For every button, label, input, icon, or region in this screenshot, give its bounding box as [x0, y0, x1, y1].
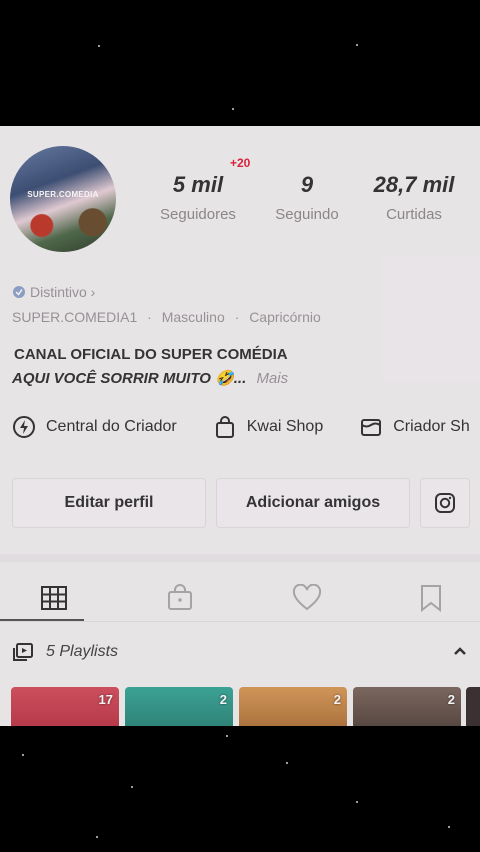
- locked-bag-icon: [168, 584, 192, 610]
- likes-count: 28,7 mil: [373, 172, 455, 197]
- playlist-thumb[interactable]: [466, 687, 480, 726]
- followers-label: Seguidores: [160, 206, 236, 223]
- tab-private[interactable]: [150, 578, 210, 618]
- bookmark-icon: [421, 585, 441, 612]
- tab-baseline: [0, 621, 480, 622]
- playlist-count: 2: [219, 692, 227, 707]
- collapse-button[interactable]: [452, 644, 468, 662]
- gender: Masculino: [161, 309, 225, 325]
- edit-profile-button[interactable]: Editar perfil: [12, 478, 206, 528]
- tab-likes[interactable]: [277, 578, 337, 618]
- bio-more-link[interactable]: Mais: [256, 370, 288, 387]
- playlist-count: 2: [447, 692, 455, 707]
- profile-panel: SUPER.COMEDIA +20 5 mil Seguidores 9 Seg…: [0, 126, 480, 726]
- bio-line-2: AQUI VOCÊ SORRIR MUITO 🤣... Mais: [12, 369, 288, 387]
- following-count: 9: [300, 172, 314, 197]
- stat-likes[interactable]: 28,7 mil Curtidas: [366, 172, 462, 223]
- badge-label: Distintivo ›: [30, 284, 96, 300]
- playlist-thumb[interactable]: 2: [239, 687, 347, 726]
- shopping-bag-icon: [215, 416, 234, 438]
- chevron-up-icon: [454, 647, 466, 655]
- followers-new-badge: +20: [230, 156, 251, 170]
- grid-icon: [41, 586, 67, 610]
- link-creator-center[interactable]: Central do Criador: [12, 415, 177, 439]
- playlist-thumb[interactable]: 2: [125, 687, 233, 726]
- profile-meta: SUPER.COMEDIA1 · Masculino · Capricórnio: [12, 309, 321, 325]
- heart-icon: [292, 584, 322, 611]
- bio-text: AQUI VOCÊ SORRIR MUITO 🤣...: [12, 370, 247, 387]
- username: SUPER.COMEDIA1: [12, 309, 138, 325]
- section-divider: [0, 554, 480, 562]
- stat-following[interactable]: 9 Seguindo: [266, 172, 348, 223]
- creator-links-row: Central do Criador Kwai Shop Criador Sh: [12, 412, 480, 442]
- tab-videos[interactable]: [24, 578, 84, 618]
- tab-saved[interactable]: [401, 578, 461, 618]
- lightning-circle-icon: [13, 416, 35, 438]
- meta-separator: ·: [234, 309, 240, 325]
- link-label: Criador Sh: [393, 418, 470, 435]
- bio-line-1: CANAL OFICIAL DO SUPER COMÉDIA: [14, 346, 288, 363]
- badge-link[interactable]: Distintivo ›: [12, 284, 95, 300]
- playlist-thumb[interactable]: 2: [353, 687, 461, 726]
- stat-followers[interactable]: 5 mil Seguidores: [150, 172, 246, 223]
- creator-shop-icon: [361, 419, 382, 436]
- instagram-button[interactable]: [420, 478, 470, 528]
- badge-icon: [13, 286, 25, 298]
- playlist-icon: [13, 643, 33, 661]
- link-label: Kwai Shop: [246, 418, 324, 435]
- playlists-header[interactable]: 5 Playlists: [12, 642, 118, 662]
- instagram-icon: [435, 493, 455, 513]
- zodiac-sign: Capricórnio: [249, 309, 321, 325]
- playlist-count: 2: [333, 692, 341, 707]
- link-label: Central do Criador: [46, 418, 177, 435]
- link-kwai-shop[interactable]: Kwai Shop: [213, 415, 324, 439]
- playlist-thumb[interactable]: 17: [11, 687, 119, 726]
- followers-count: 5 mil: [172, 172, 224, 197]
- meta-separator: ·: [147, 309, 152, 325]
- add-friends-button[interactable]: Adicionar amigos: [216, 478, 410, 528]
- likes-label: Curtidas: [386, 206, 442, 223]
- avatar[interactable]: SUPER.COMEDIA: [10, 146, 116, 252]
- active-tab-indicator: [0, 619, 84, 621]
- playlist-count: 17: [98, 692, 113, 707]
- playlists-label: 5 Playlists: [46, 643, 119, 660]
- link-creator-shop[interactable]: Criador Sh: [359, 415, 470, 439]
- following-label: Seguindo: [275, 206, 339, 223]
